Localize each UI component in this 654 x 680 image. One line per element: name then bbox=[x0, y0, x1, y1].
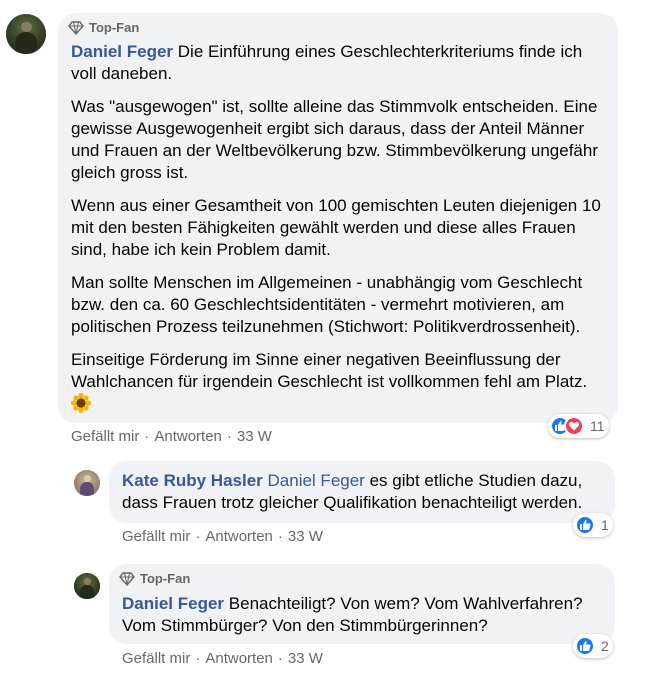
timestamp[interactable]: 33 W bbox=[288, 650, 323, 667]
top-fan-badge: Top-Fan bbox=[68, 20, 139, 35]
reply-bubble: Top-Fan Daniel Feger Benachteiligt? Von … bbox=[109, 564, 615, 644]
comment-author[interactable]: Daniel Feger bbox=[71, 42, 173, 61]
paragraph: Wenn aus einer Gesamtheit von 100 gemisc… bbox=[71, 196, 601, 259]
comment-actions: Gefällt mir · Antworten · 33 W bbox=[71, 428, 272, 445]
avatar-kate-ruby-hasler[interactable] bbox=[74, 470, 100, 496]
mention-link[interactable]: Daniel Feger bbox=[268, 471, 365, 490]
paragraph: Was "ausgewogen" ist, sollte alleine das… bbox=[71, 97, 598, 182]
reactions-summary[interactable]: 2 bbox=[573, 634, 613, 658]
reply-link[interactable]: Antworten bbox=[205, 650, 273, 667]
like-link[interactable]: Gefällt mir bbox=[71, 428, 139, 445]
reaction-count: 11 bbox=[590, 418, 605, 434]
reply-actions: Gefällt mir · Antworten · 33 W bbox=[122, 650, 323, 667]
comment-bubble: Top-Fan Daniel Feger Die Einführung eine… bbox=[58, 13, 618, 423]
reply-text: Kate Ruby Hasler Daniel Feger es gibt et… bbox=[122, 470, 607, 514]
avatar-daniel-feger[interactable] bbox=[6, 14, 46, 54]
heart-icon bbox=[564, 416, 584, 436]
reactions-summary[interactable]: 11 bbox=[548, 414, 609, 438]
badge-label: Top-Fan bbox=[89, 20, 140, 35]
diamond-icon bbox=[68, 20, 84, 35]
sunflower-emoji-icon bbox=[70, 392, 92, 414]
timestamp[interactable]: 33 W bbox=[288, 528, 323, 545]
like-link[interactable]: Gefällt mir bbox=[122, 528, 190, 545]
reaction-count: 1 bbox=[601, 517, 609, 533]
thumbs-up-icon bbox=[575, 636, 595, 656]
comment-author[interactable]: Daniel Feger bbox=[122, 594, 224, 613]
thumbs-up-icon bbox=[575, 515, 595, 535]
like-link[interactable]: Gefällt mir bbox=[122, 650, 190, 667]
reply-bubble: Kate Ruby Hasler Daniel Feger es gibt et… bbox=[109, 461, 615, 523]
reactions-summary[interactable]: 1 bbox=[573, 513, 613, 537]
badge-label: Top-Fan bbox=[140, 571, 191, 586]
comment-text: Daniel Feger Die Einführung eines Geschl… bbox=[70, 41, 606, 416]
reply-actions: Gefällt mir · Antworten · 33 W bbox=[122, 528, 323, 545]
reply-text: Daniel Feger Benachteiligt? Von wem? Vom… bbox=[122, 593, 607, 637]
avatar-daniel-feger[interactable] bbox=[74, 573, 100, 599]
reply-link[interactable]: Antworten bbox=[205, 528, 273, 545]
comment-author[interactable]: Kate Ruby Hasler bbox=[122, 471, 263, 490]
top-fan-badge: Top-Fan bbox=[119, 571, 190, 586]
paragraph: Einseitige Förderung im Sinne einer nega… bbox=[71, 350, 588, 391]
paragraph: Man sollte Menschen im Allgemeinen - una… bbox=[71, 273, 583, 336]
timestamp[interactable]: 33 W bbox=[237, 428, 272, 445]
diamond-icon bbox=[119, 571, 135, 586]
reaction-count: 2 bbox=[601, 638, 609, 654]
reply-link[interactable]: Antworten bbox=[154, 428, 222, 445]
